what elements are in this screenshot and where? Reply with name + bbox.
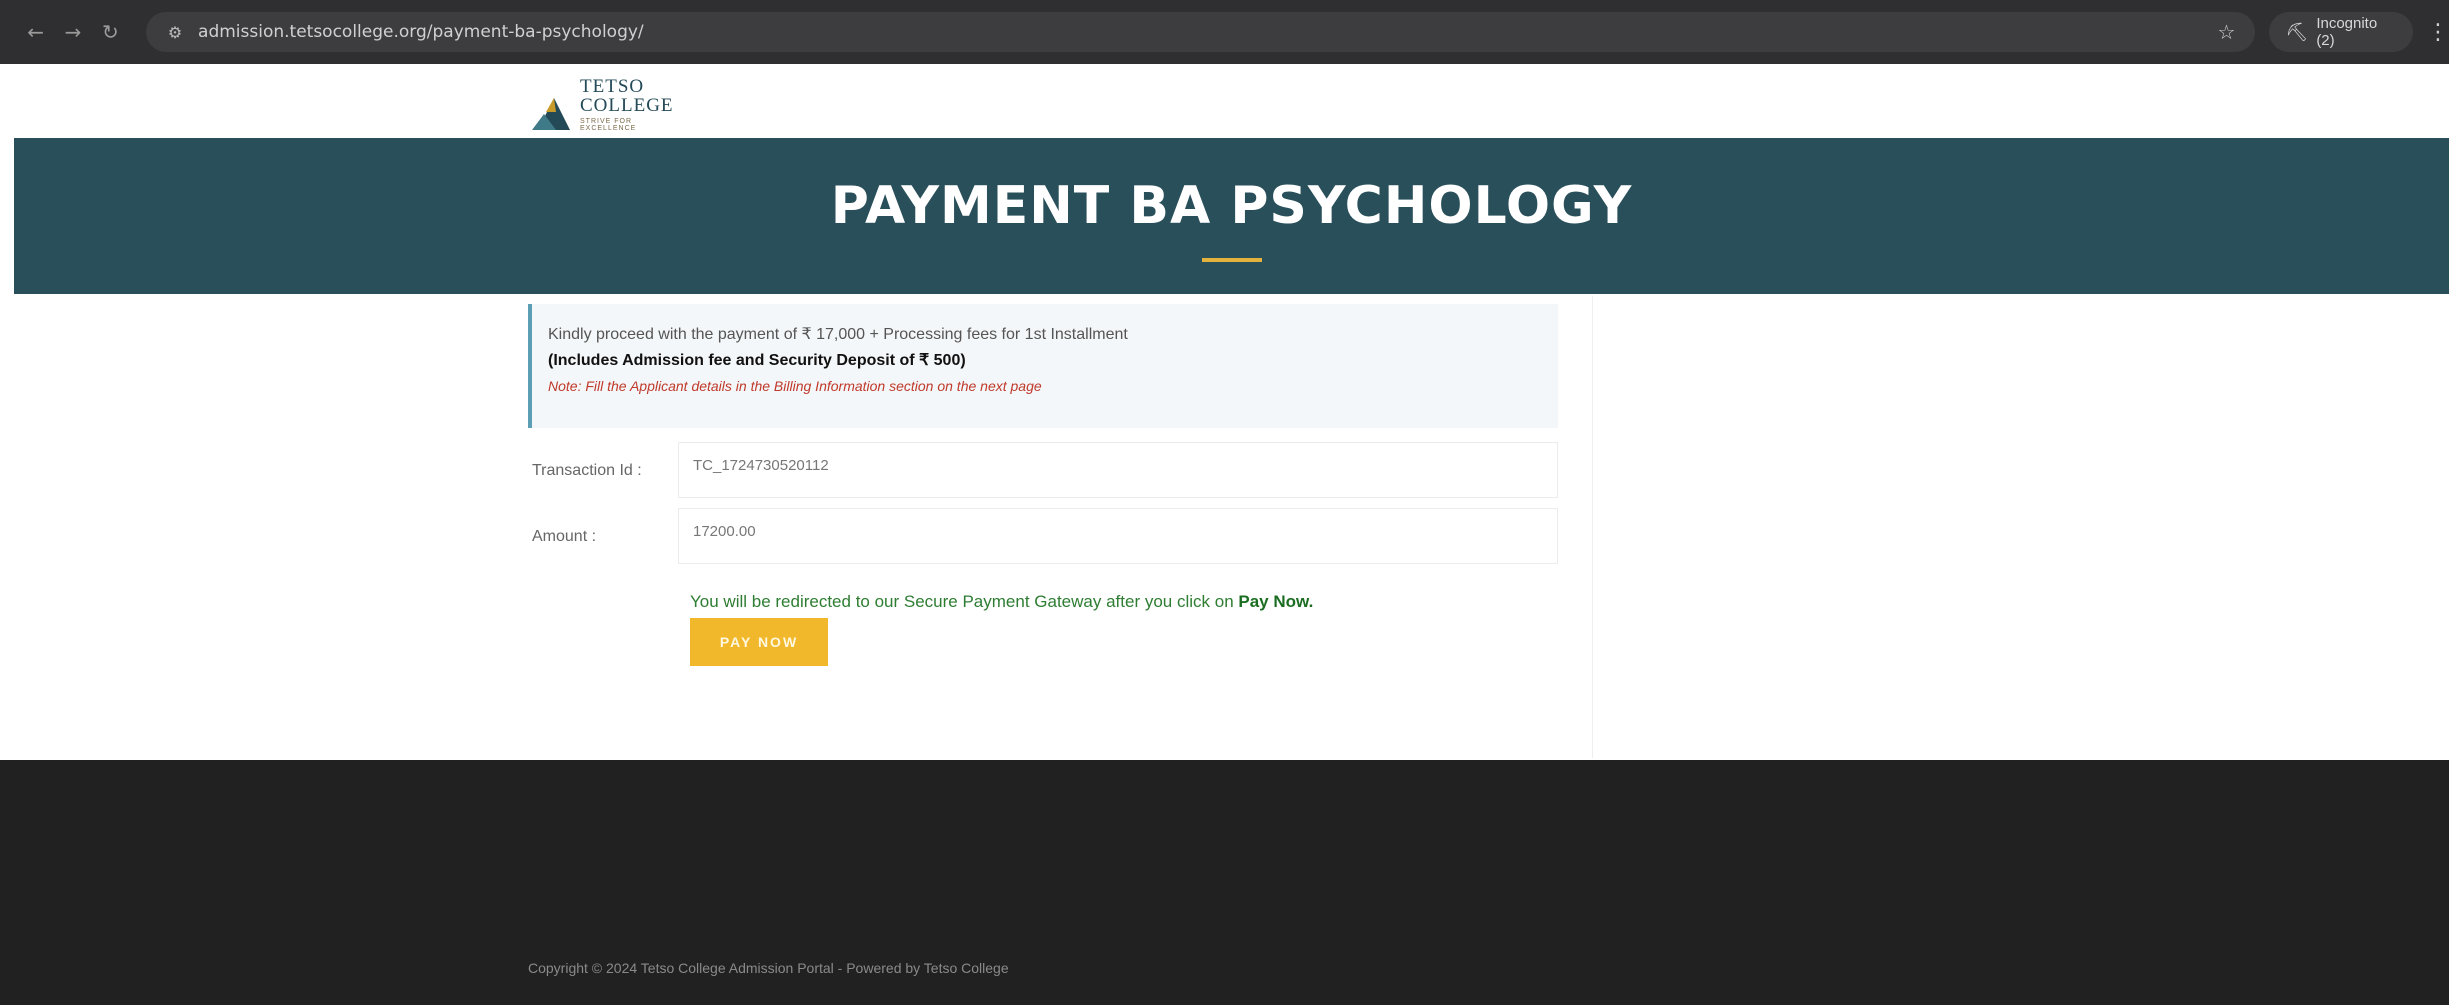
transaction-id-field[interactable]: TC_1724730520112 (678, 442, 1558, 498)
payment-notice: Kindly proceed with the payment of ₹ 17,… (528, 304, 1558, 428)
site-info-icon[interactable]: ⚙ (162, 19, 188, 45)
incognito-label: Incognito (2) (2316, 15, 2378, 49)
incognito-badge[interactable]: ⛏ Incognito (2) (2269, 12, 2414, 52)
notice-amount-text: Kindly proceed with the payment of ₹ 17,… (548, 326, 1128, 343)
payment-panel: Kindly proceed with the payment of ₹ 17,… (528, 296, 1558, 756)
logo-word-college: COLLEGE (580, 95, 674, 116)
notice-includes-text: (Includes Admission fee and Security Dep… (548, 352, 966, 369)
column-divider (1592, 296, 1593, 758)
incognito-icon: ⛏ (2285, 21, 2309, 43)
site-footer: Copyright © 2024 Tetso College Admission… (0, 760, 2449, 1005)
college-logo[interactable]: TETSO COLLEGE STRIVE FOR EXCELLENCE (532, 76, 682, 132)
page-banner: PAYMENT BA PSYCHOLOGY (14, 138, 2449, 294)
redirect-pay-now-text: Pay Now. (1238, 592, 1314, 611)
amount-row: Amount : 17200.00 (528, 508, 1558, 568)
site-header: TETSO COLLEGE STRIVE FOR EXCELLENCE (0, 64, 2449, 138)
kebab-menu-icon[interactable]: ⋮ (2427, 20, 2449, 45)
logo-mark-icon (532, 88, 578, 132)
transaction-row: Transaction Id : TC_1724730520112 (528, 442, 1558, 502)
amount-field[interactable]: 17200.00 (678, 508, 1558, 564)
logo-word-tetso: TETSO (580, 76, 645, 97)
browser-toolbar: ← → ↻ ⚙ admission.tetsocollege.org/payme… (0, 0, 2449, 64)
reload-icon[interactable]: ↻ (97, 18, 124, 46)
transaction-label: Transaction Id : (532, 462, 642, 479)
notice-note-text: Note: Fill the Applicant details in the … (548, 378, 1042, 394)
amount-label: Amount : (532, 528, 597, 545)
forward-arrow-icon[interactable]: → (59, 18, 86, 46)
title-underline (1201, 258, 1262, 262)
bookmark-star-icon[interactable]: ☆ (2218, 20, 2236, 44)
copyright-text: Copyright © 2024 Tetso College Admission… (528, 960, 1009, 976)
pay-now-button[interactable]: PAY NOW (690, 618, 828, 666)
page-title: PAYMENT BA PSYCHOLOGY (830, 176, 1633, 236)
redirect-message: You will be redirected to our Secure Pay… (690, 592, 1313, 612)
back-arrow-icon[interactable]: ← (22, 18, 49, 46)
redirect-text: You will be redirected to our Secure Pay… (690, 592, 1239, 611)
logo-tagline: STRIVE FOR EXCELLENCE (580, 118, 637, 132)
url-text[interactable]: admission.tetsocollege.org/payment-ba-ps… (198, 22, 644, 42)
address-bar[interactable]: ⚙ admission.tetsocollege.org/payment-ba-… (146, 12, 2256, 52)
